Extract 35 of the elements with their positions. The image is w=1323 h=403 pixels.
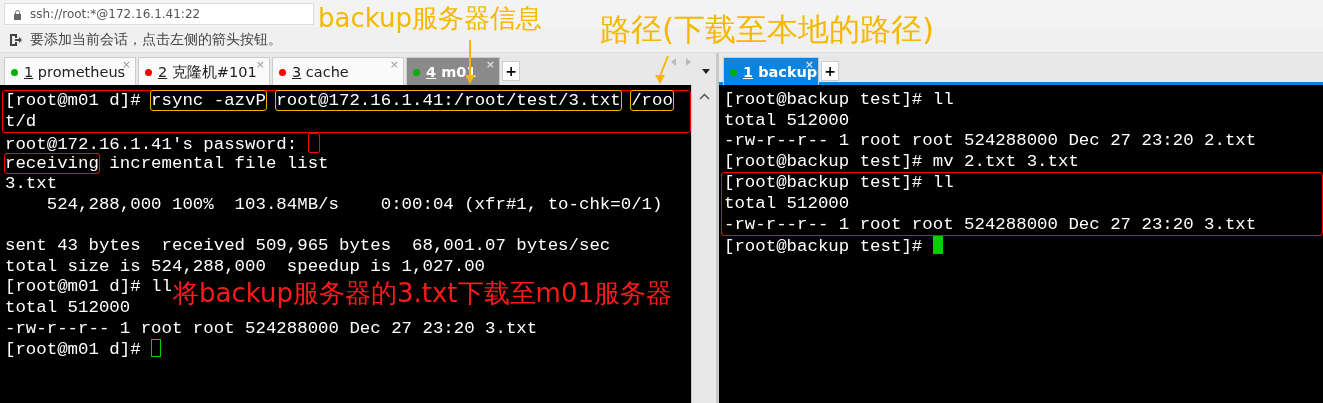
- terminal-line: t/d: [5, 111, 37, 133]
- terminal-line: [root@backup test]# mv 2.txt 3.txt: [724, 151, 1079, 173]
- terminal-line: receiving incremental file list: [5, 153, 329, 175]
- terminal-line: 3.txt: [5, 174, 58, 195]
- hint-text: 要添加当前会话，点击左侧的箭头按钮。: [30, 30, 282, 49]
- terminal-line: [root@m01 d]# ll: [5, 277, 172, 298]
- terminal-line: root@172.16.1.41's password:: [5, 133, 320, 154]
- terminal-line: 524,288,000 100% 103.84MB/s 0:00:04 (xfr#1, to-chk=0/1): [45, 194, 663, 216]
- terminal-line: [root@backup test]#: [724, 236, 943, 257]
- terminal-tab[interactable]: 1 backup ×: [723, 57, 819, 85]
- terminal-tab[interactable]: 2 克隆机#101×: [138, 57, 270, 85]
- terminal-tab[interactable]: 1 prometheus×: [4, 57, 136, 85]
- new-tab-button[interactable]: +: [821, 61, 839, 81]
- new-tab-button[interactable]: +: [502, 61, 520, 81]
- annotation-text: 将backup服务器的3.txt下载至m01服务器: [173, 279, 672, 308]
- terminal-line: [root@backup test]# ll: [724, 90, 954, 111]
- terminal-line: -rw-r--r-- 1 root root 524288000 Dec 27 23:20 2.txt: [724, 131, 1257, 152]
- terminal-line: [root@m01 d]# rsync -azvP root@172.16.1.41:/root/test/3.txt /roo: [5, 91, 673, 112]
- lock-icon: [13, 8, 22, 20]
- terminal-line: total 512000: [724, 193, 850, 215]
- terminal-line: [root@m01 d]#: [5, 339, 162, 360]
- annotation-text: 路径(下载至本地的路径): [600, 12, 935, 47]
- annotation-text: backup服务器信息: [318, 4, 542, 33]
- terminal-tab[interactable]: 3 cache ×: [272, 57, 404, 85]
- terminal-line: [root@backup test]# ll: [724, 173, 954, 194]
- terminal-line: total size is 524,288,000 speedup is 1,027.00: [5, 256, 486, 278]
- terminal-line: -rw-r--r-- 1 root root 524288000 Dec 27 23:20 3.txt: [724, 214, 1257, 236]
- dropdown-caret-icon[interactable]: [702, 69, 710, 74]
- terminal-line: sent 43 bytes received 509,965 bytes 68,001.07 bytes/sec: [5, 236, 611, 257]
- session-arrow-icon: [8, 32, 22, 47]
- terminal-line: total 512000: [724, 110, 850, 132]
- terminal-line: -rw-r--r-- 1 root root 524288000 Dec 27 23:20 3.txt: [5, 318, 538, 340]
- address-field[interactable]: ssh://root:*@172.16.1.41:22: [4, 3, 314, 25]
- scroll-up-icon[interactable]: [698, 93, 710, 100]
- terminal-line: total 512000: [5, 297, 131, 319]
